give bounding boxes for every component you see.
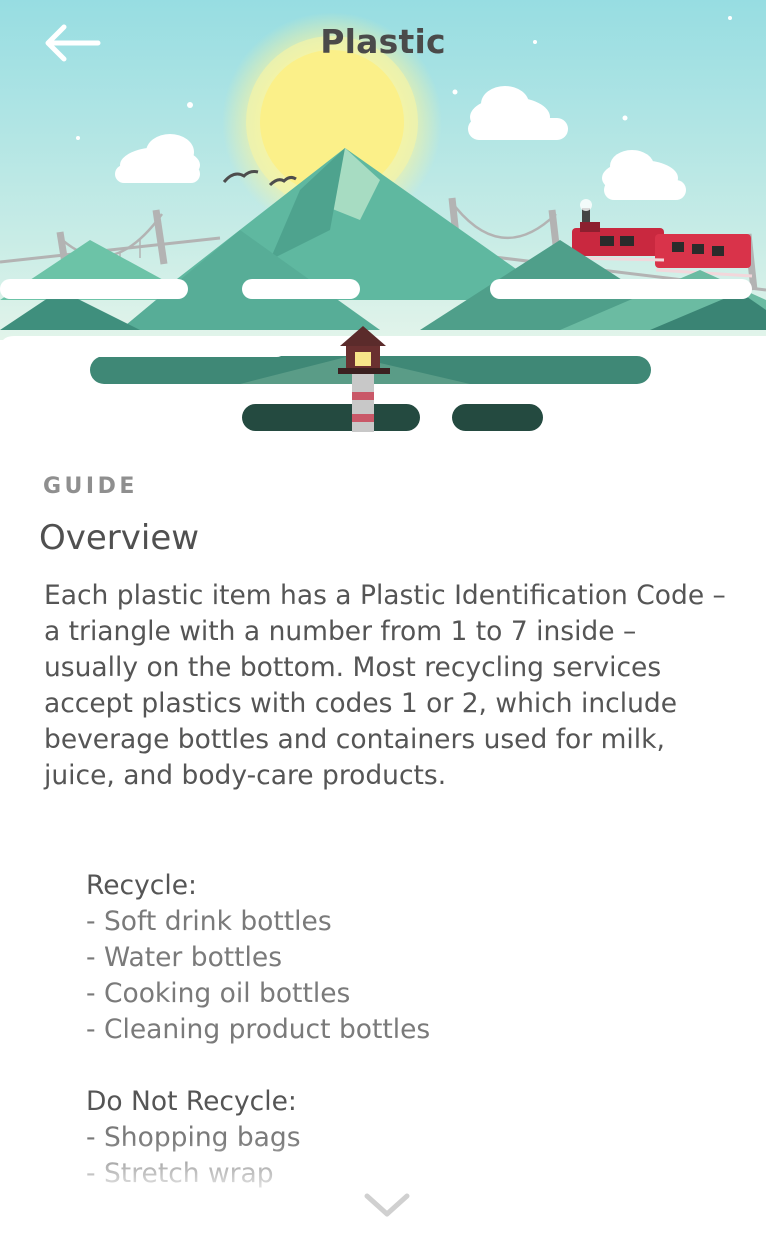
fog-bands-lower — [90, 336, 766, 357]
list-item: - Water bottles — [86, 942, 283, 973]
list-item: - Shopping bags — [86, 1122, 301, 1153]
recycle-list: Recycle: - Soft drink bottles - Water bo… — [86, 868, 726, 1048]
chevron-down-icon — [364, 1193, 410, 1217]
page-title: Plastic — [320, 22, 446, 61]
list-item: - Cleaning product bottles — [86, 1014, 431, 1045]
list-item: - Soft drink bottles — [86, 906, 332, 937]
section-label: GUIDE — [43, 474, 138, 499]
recycle-heading: Recycle: — [86, 870, 197, 901]
hero-illustration — [0, 0, 766, 440]
landscape-illustration — [0, 0, 766, 440]
section-title: Overview — [39, 518, 200, 558]
overview-text: Each plastic item has a Plastic Identifi… — [44, 580, 726, 791]
do-not-recycle-heading: Do Not Recycle: — [86, 1086, 297, 1117]
list-item: - Cooking oil bottles — [86, 978, 351, 1009]
scroll-down-button[interactable] — [356, 1180, 418, 1228]
do-not-recycle-list: Do Not Recycle: - Shopping bags - Stretc… — [86, 1084, 726, 1192]
